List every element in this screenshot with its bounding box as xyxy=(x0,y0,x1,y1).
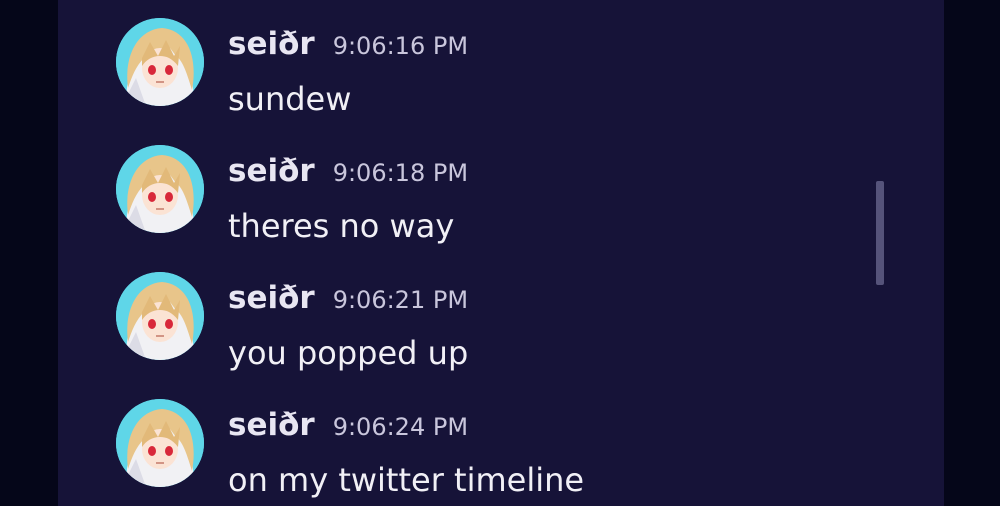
author-name[interactable]: seiðr xyxy=(228,280,315,316)
chat-message-list[interactable]: seiðr 9:06:16 PM sundew seiðr 9:06:18 PM… xyxy=(58,0,944,506)
avatar[interactable] xyxy=(116,272,204,360)
timestamp: 9:06:24 PM xyxy=(332,413,469,441)
timestamp: 9:06:16 PM xyxy=(332,32,469,60)
app-window: seiðr 9:06:16 PM sundew seiðr 9:06:18 PM… xyxy=(0,0,1000,506)
anime-avatar-icon xyxy=(116,18,204,106)
timestamp: 9:06:21 PM xyxy=(332,286,469,314)
avatar[interactable] xyxy=(116,145,204,233)
chat-message: seiðr 9:06:16 PM sundew xyxy=(116,18,916,128)
message-header: seiðr 9:06:24 PM xyxy=(228,407,468,443)
scrollbar-thumb[interactable] xyxy=(876,181,884,285)
message-header: seiðr 9:06:21 PM xyxy=(228,280,468,316)
chat-message: seiðr 9:06:21 PM you popped up xyxy=(116,272,916,382)
message-text: theres no way xyxy=(228,207,455,245)
message-text: sundew xyxy=(228,80,352,118)
anime-avatar-icon xyxy=(116,272,204,360)
timestamp: 9:06:18 PM xyxy=(332,159,469,187)
avatar[interactable] xyxy=(116,18,204,106)
chat-message: seiðr 9:06:18 PM theres no way xyxy=(116,145,916,255)
anime-avatar-icon xyxy=(116,399,204,487)
message-text: on my twitter timeline xyxy=(228,461,585,499)
anime-avatar-icon xyxy=(116,145,204,233)
message-text: you popped up xyxy=(228,334,469,372)
author-name[interactable]: seiðr xyxy=(228,26,315,62)
avatar[interactable] xyxy=(116,399,204,487)
chat-message: seiðr 9:06:24 PM on my twitter timeline xyxy=(116,399,916,506)
author-name[interactable]: seiðr xyxy=(228,407,315,443)
author-name[interactable]: seiðr xyxy=(228,153,315,189)
message-header: seiðr 9:06:16 PM xyxy=(228,26,468,62)
message-header: seiðr 9:06:18 PM xyxy=(228,153,468,189)
